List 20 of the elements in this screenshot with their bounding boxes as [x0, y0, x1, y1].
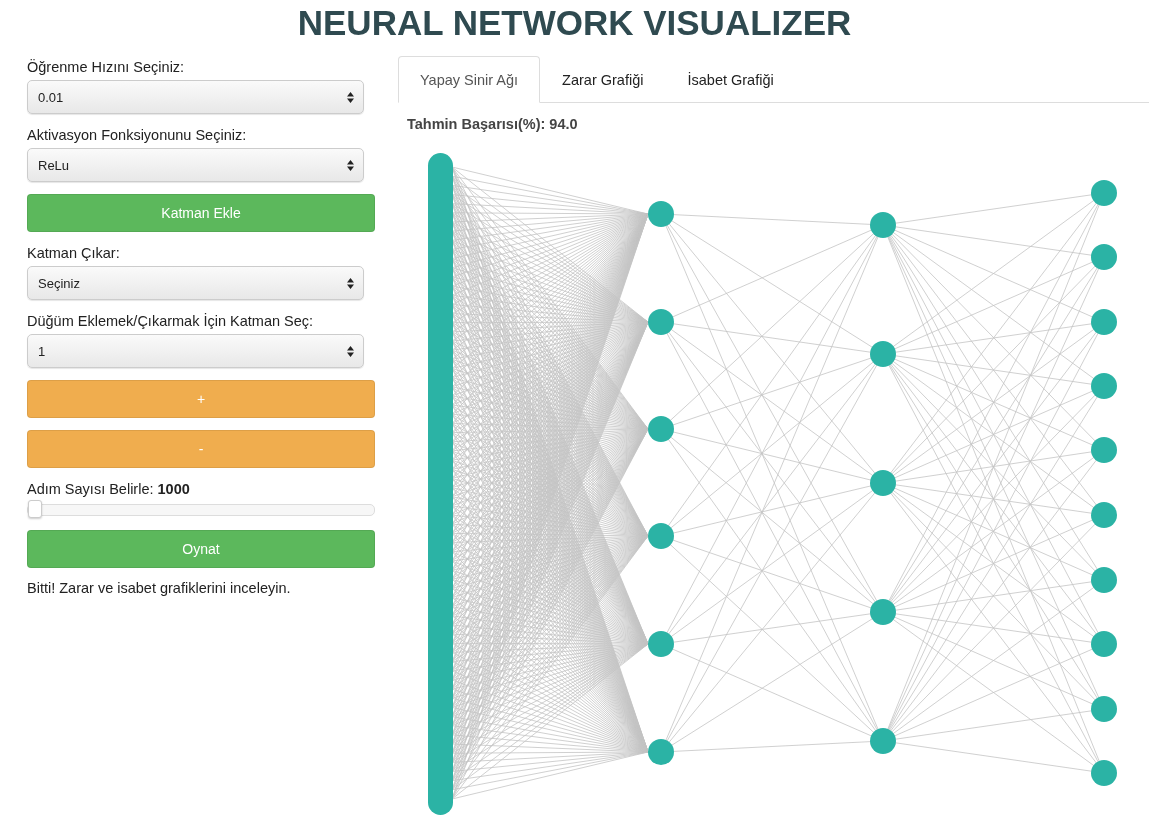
dropdown[interactable]: ReLu: [27, 148, 364, 182]
tab[interactable]: Zarar Grafiği: [540, 56, 666, 103]
field-label: Öğrenme Hızını Seçiniz:: [27, 58, 186, 76]
dropdown[interactable]: 0.01: [27, 80, 364, 114]
updown-arrows-icon: [347, 277, 354, 289]
tab[interactable]: İsabet Grafiği: [665, 56, 796, 103]
accuracy-text: Tahmin Başarısı(%): 94.0: [407, 115, 579, 133]
field-label: Aktivasyon Fonksiyonunu Seçiniz:: [27, 126, 248, 144]
field-label: Düğüm Eklemek/Çıkarmak İçin Katman Seç:: [27, 312, 315, 330]
status-message: Bitti! Zarar ve isabet grafiklerini inceleyin.: [27, 580, 292, 596]
field-label: Katman Çıkar:: [27, 244, 121, 262]
updown-arrows-icon: [347, 345, 354, 357]
slider-thumb[interactable]: [28, 500, 42, 518]
tab[interactable]: Yapay Sinir Ağı: [398, 56, 541, 103]
updown-arrows-icon: [347, 159, 354, 171]
dropdown[interactable]: Seçiniz: [27, 266, 364, 300]
dropdown[interactable]: 1: [27, 334, 364, 368]
slider-label: Adım Sayısı Belirle: 1000: [27, 480, 191, 498]
updown-arrows-icon: [347, 91, 354, 103]
page-title: NEURAL NETWORK VISUALIZER: [296, 2, 853, 44]
